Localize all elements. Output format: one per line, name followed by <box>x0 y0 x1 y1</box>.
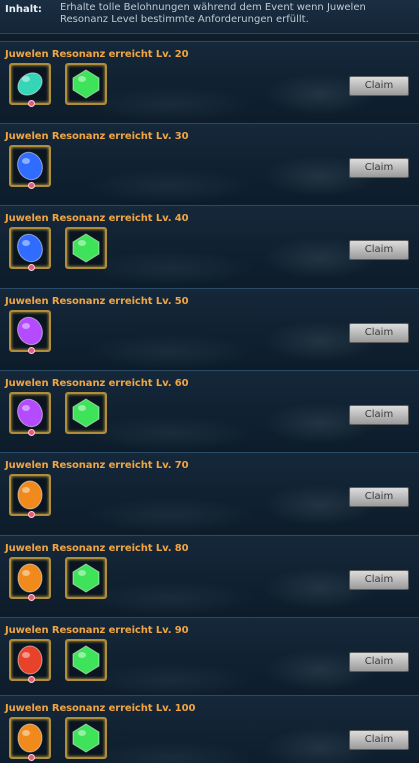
blue-gem-icon <box>17 233 43 263</box>
orange-gem-icon <box>17 723 43 753</box>
reward-item-slot[interactable] <box>9 392 51 436</box>
item-indicator-dot <box>28 182 35 189</box>
reward-item-slot[interactable] <box>65 717 107 759</box>
claim-button[interactable]: Claim <box>349 76 409 96</box>
item-indicator-dot <box>28 100 35 107</box>
reward-row: Juwelen Resonanz erreicht Lv. 90 Claim <box>0 617 419 699</box>
reward-row: Juwelen Resonanz erreicht Lv. 30 Claim <box>0 123 419 205</box>
event-description-header: Inhalt: Erhalte tolle Belohnungen währen… <box>0 0 419 34</box>
green-gem-icon <box>72 398 100 428</box>
item-indicator-dot <box>28 429 35 436</box>
reward-item-slot[interactable] <box>65 392 107 434</box>
content-label: Inhalt: <box>5 4 42 15</box>
purple-gem-icon <box>17 316 43 346</box>
claim-button[interactable]: Claim <box>349 405 409 425</box>
reward-item-slot[interactable] <box>65 63 107 105</box>
reward-row-title: Juwelen Resonanz erreicht Lv. 50 <box>5 296 189 307</box>
reward-row: Juwelen Resonanz erreicht Lv. 60 Claim <box>0 370 419 452</box>
item-indicator-dot <box>28 347 35 354</box>
claim-button[interactable]: Claim <box>349 652 409 672</box>
blue-gem-icon <box>17 151 43 181</box>
reward-item-slot[interactable] <box>65 639 107 681</box>
green-gem-icon <box>72 563 100 593</box>
event-description: Erhalte tolle Belohnungen während dem Ev… <box>60 2 366 25</box>
claim-button[interactable]: Claim <box>349 323 409 343</box>
green-gem-icon <box>72 69 100 99</box>
reward-row: Juwelen Resonanz erreicht Lv. 70 Claim <box>0 452 419 534</box>
reward-item-slot[interactable] <box>9 474 51 518</box>
claim-button[interactable]: Claim <box>349 240 409 260</box>
item-indicator-dot <box>28 264 35 271</box>
reward-item-slot[interactable] <box>9 717 51 761</box>
reward-row-title: Juwelen Resonanz erreicht Lv. 40 <box>5 213 189 224</box>
orange-gem-icon <box>17 563 43 593</box>
reward-row-title: Juwelen Resonanz erreicht Lv. 20 <box>5 49 189 60</box>
reward-item-slot[interactable] <box>9 227 51 271</box>
reward-item-slot[interactable] <box>65 227 107 269</box>
orange-gem-icon <box>17 480 43 510</box>
reward-row: Juwelen Resonanz erreicht Lv. 80 Claim <box>0 535 419 617</box>
reward-row-title: Juwelen Resonanz erreicht Lv. 90 <box>5 625 189 636</box>
green-gem-icon <box>72 233 100 263</box>
reward-row-title: Juwelen Resonanz erreicht Lv. 60 <box>5 378 189 389</box>
teal-gem-icon <box>17 72 43 96</box>
item-indicator-dot <box>28 676 35 683</box>
reward-item-slot[interactable] <box>9 639 51 683</box>
green-gem-icon <box>72 723 100 753</box>
item-indicator-dot <box>28 511 35 518</box>
claim-button[interactable]: Claim <box>349 487 409 507</box>
reward-row-title: Juwelen Resonanz erreicht Lv. 70 <box>5 460 189 471</box>
claim-button[interactable]: Claim <box>349 730 409 750</box>
reward-item-slot[interactable] <box>9 310 51 354</box>
reward-item-slot[interactable] <box>9 145 51 189</box>
reward-row-title: Juwelen Resonanz erreicht Lv. 100 <box>5 703 196 714</box>
reward-row: Juwelen Resonanz erreicht Lv. 20 Claim <box>0 41 419 123</box>
reward-row: Juwelen Resonanz erreicht Lv. 50 Claim <box>0 288 419 370</box>
reward-row-title: Juwelen Resonanz erreicht Lv. 80 <box>5 543 189 554</box>
reward-item-slot[interactable] <box>9 557 51 601</box>
green-gem-icon <box>72 645 100 675</box>
reward-item-slot[interactable] <box>65 557 107 599</box>
item-indicator-dot <box>28 754 35 761</box>
reward-row-title: Juwelen Resonanz erreicht Lv. 30 <box>5 131 189 142</box>
red-gem-icon <box>17 645 43 675</box>
item-indicator-dot <box>28 594 35 601</box>
reward-row: Juwelen Resonanz erreicht Lv. 40 Claim <box>0 205 419 287</box>
reward-row: Juwelen Resonanz erreicht Lv. 100 Claim <box>0 695 419 763</box>
event-panel: Inhalt: Erhalte tolle Belohnungen währen… <box>0 0 419 763</box>
reward-item-slot[interactable] <box>9 63 51 107</box>
claim-button[interactable]: Claim <box>349 158 409 178</box>
purple-gem-icon <box>17 398 43 428</box>
claim-button[interactable]: Claim <box>349 570 409 590</box>
